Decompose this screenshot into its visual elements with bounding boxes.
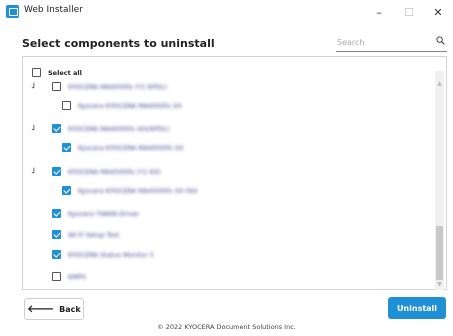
component-checkbox[interactable] <box>52 272 61 281</box>
component-checkbox[interactable] <box>52 250 61 259</box>
search-icon[interactable] <box>436 36 445 45</box>
component-label: Kyocera TWAIN Driver <box>68 210 140 218</box>
component-checkbox[interactable] <box>52 167 61 176</box>
app-icon <box>6 5 19 18</box>
uninstall-button[interactable]: Uninstall <box>388 297 446 319</box>
scroll-down-arrow[interactable]: ▼ <box>435 280 444 290</box>
back-button[interactable]: 🡐 Back <box>24 298 84 320</box>
minimize-button[interactable]: – <box>364 0 394 24</box>
select-all-checkbox[interactable] <box>32 68 41 77</box>
component-label: KYOCERA MA4000fx (Y1 KPDL) <box>68 83 168 91</box>
maximize-button[interactable]: ☐ <box>394 0 424 24</box>
search-box <box>336 34 447 52</box>
component-checkbox[interactable] <box>52 209 61 218</box>
collapse-toggle-icon[interactable]: ˩ <box>31 123 35 132</box>
collapse-toggle-icon[interactable]: ˩ <box>31 81 35 90</box>
search-input[interactable] <box>336 34 432 51</box>
title-bar: Web Installer – ☐ ✕ <box>0 0 453 24</box>
component-checkbox[interactable] <box>52 230 61 239</box>
component-label: Wi-Fi Setup Tool <box>68 231 120 239</box>
component-label: KYOCERA Status Monitor 5 <box>68 251 154 259</box>
component-list: Select all ˩ KYOCERA MA4000fx (Y1 KPDL) Ky… <box>22 56 447 290</box>
scroll-up-arrow[interactable]: ▲ <box>435 79 444 89</box>
list-scrollbar[interactable]: ▲ ▼ <box>435 71 444 290</box>
component-label: KMPS <box>68 273 86 281</box>
back-button-label: Back <box>59 304 81 314</box>
component-checkbox[interactable] <box>62 101 71 110</box>
collapse-toggle-icon[interactable]: ˩ <box>31 166 35 175</box>
component-label: Kyocera KYOCERA MA4000ifx XX <box>78 144 184 152</box>
footer-copyright: © 2022 KYOCERA Document Solutions Inc. <box>157 323 296 331</box>
component-label: KYOCERA MA4000ifx (KX/KPDL) <box>68 125 170 133</box>
component-label: Kyocera KYOCERA MA4000fx XX <box>78 102 182 110</box>
select-all-label: Select all <box>48 69 82 77</box>
scroll-thumb[interactable] <box>436 226 443 280</box>
page-title: Select components to uninstall <box>22 37 215 50</box>
component-label: Kyocera KYOCERA MA4500ifx XX FAX <box>78 187 198 195</box>
window-title: Web Installer <box>24 5 83 15</box>
component-checkbox[interactable] <box>52 82 61 91</box>
uninstall-button-label: Uninstall <box>396 303 438 313</box>
component-checkbox[interactable] <box>52 124 61 133</box>
component-checkbox[interactable] <box>62 186 71 195</box>
close-button[interactable]: ✕ <box>423 0 453 24</box>
component-checkbox[interactable] <box>62 143 71 152</box>
component-label: KYOCERA MA4500ifx (Y1 KX) <box>68 168 161 176</box>
back-arrow-icon: 🡐 <box>27 304 55 315</box>
